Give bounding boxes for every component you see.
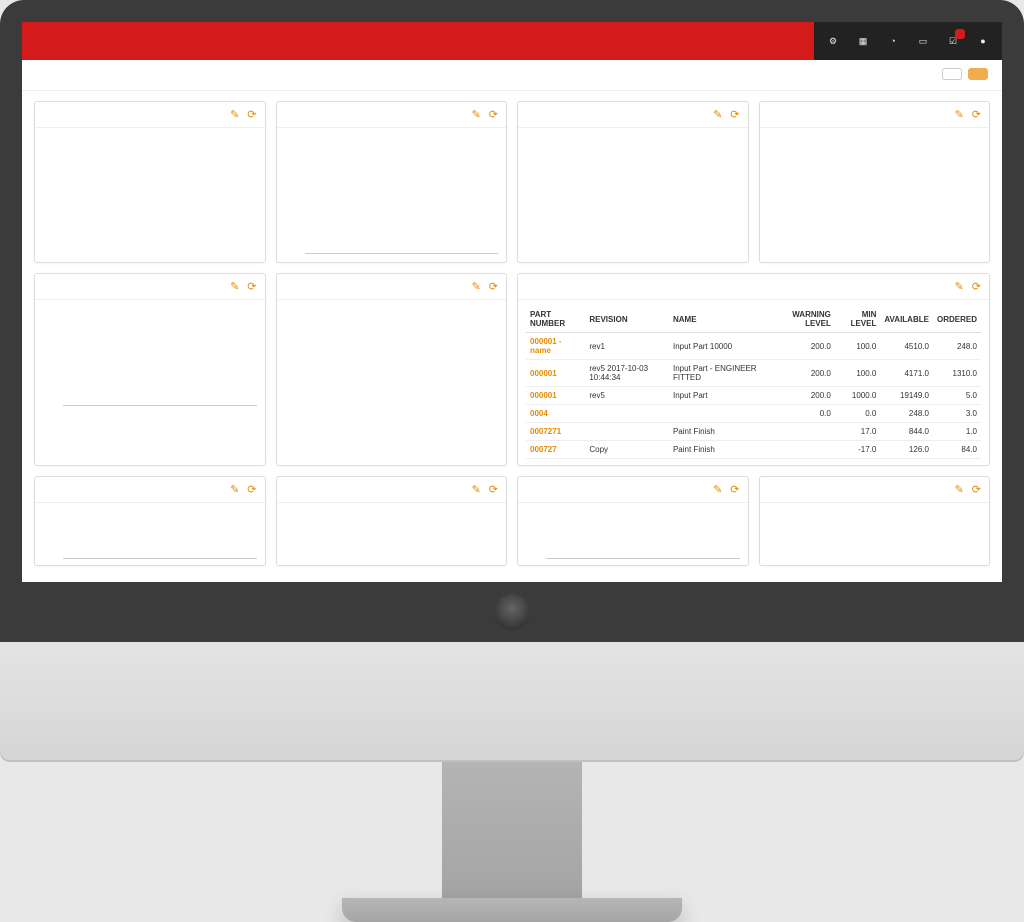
refresh-icon[interactable]: ⟳ — [489, 108, 498, 121]
edit-icon[interactable]: ✎ — [713, 108, 722, 121]
add-widget-button[interactable] — [968, 68, 988, 80]
refresh-icon[interactable]: ⟳ — [972, 108, 981, 121]
widget-purchase-order-values: ✎⟳ — [759, 101, 991, 263]
table-header: WARNING LEVEL — [769, 306, 835, 333]
table-header: PART NUMBER — [526, 306, 585, 333]
edit-icon[interactable]: ✎ — [472, 483, 481, 496]
widget-dmp-quoted: ✎⟳ — [517, 476, 749, 566]
app-screen: ⚙ ▦ ◔ ▭ ☑ ● — [22, 22, 1002, 582]
clock-icon[interactable]: ◔ — [884, 32, 902, 50]
edit-icon[interactable]: ✎ — [955, 280, 964, 293]
part-number: 000001 - name — [526, 333, 585, 360]
help-icon[interactable]: ⚙ — [824, 32, 842, 50]
bar-chart — [43, 306, 257, 406]
widget-so-profitability: ✎⟳ — [759, 476, 991, 566]
refresh-icon[interactable]: ⟳ — [489, 280, 498, 293]
top-nav: ⚙ ▦ ◔ ▭ ☑ ● — [22, 22, 1002, 60]
part-number: 0004 — [526, 405, 585, 423]
calendar-icon[interactable]: ▦ — [854, 32, 872, 50]
edit-icon[interactable]: ✎ — [230, 483, 239, 496]
table-header: AVAILABLE — [880, 306, 933, 333]
widget-orders-dmp: ✎⟳ — [34, 273, 266, 466]
table-row[interactable]: 000001 - name rev1 Input Part 10000 200.… — [526, 333, 981, 360]
user-icon[interactable]: ● — [974, 32, 992, 50]
widget-reps-quote: ✎⟳ — [276, 273, 508, 466]
dashboard-grid: ✎⟳ ✎⟳ — [22, 91, 1002, 582]
nav-utility: ⚙ ▦ ◔ ▭ ☑ ● — [814, 22, 1002, 60]
parts-table: PART NUMBERREVISIONNAMEWARNING LEVELMIN … — [526, 306, 981, 459]
edit-icon[interactable]: ✎ — [230, 280, 239, 293]
table-row[interactable]: 000001 rev5 2017-10-03 10:44:34 Input Pa… — [526, 360, 981, 387]
bar-chart — [43, 509, 257, 559]
refresh-icon[interactable]: ⟳ — [972, 280, 981, 293]
refresh-icon[interactable]: ⟳ — [730, 483, 739, 496]
page-header — [22, 60, 1002, 91]
widget-total-sales-month: ✎⟳ — [276, 101, 508, 263]
edit-icon[interactable]: ✎ — [955, 483, 964, 496]
widget-team-tasks: ✎⟳ — [276, 476, 508, 566]
refresh-icon[interactable]: ⟳ — [247, 280, 256, 293]
reload-all-button[interactable] — [942, 68, 962, 80]
chat-icon[interactable]: ▭ — [914, 32, 932, 50]
table-header: MIN LEVEL — [835, 306, 881, 333]
part-number: 000001 — [526, 387, 585, 405]
bar-chart — [285, 134, 499, 254]
refresh-icon[interactable]: ⟳ — [972, 483, 981, 496]
edit-icon[interactable]: ✎ — [955, 108, 964, 121]
table-row[interactable]: 000727 Copy Paint Finish -17.0 126.0 84.… — [526, 441, 981, 459]
edit-icon[interactable]: ✎ — [472, 280, 481, 293]
part-number: 000727 — [526, 441, 585, 459]
table-header: REVISION — [585, 306, 669, 333]
table-row[interactable]: 000001 rev5 Input Part 200.0 1000.0 1914… — [526, 387, 981, 405]
widget-sales-order-totals: ✎⟳ — [34, 101, 266, 263]
table-header: NAME — [669, 306, 769, 333]
edit-icon[interactable]: ✎ — [713, 483, 722, 496]
widget-below-warning: ✎ ⟳ PART NUMBERREVISIONNAMEWARNING LEVELM… — [517, 273, 990, 466]
refresh-icon[interactable]: ⟳ — [247, 108, 256, 121]
widget-job-card-status: ✎⟳ — [517, 101, 749, 263]
part-number: 0007271 — [526, 423, 585, 441]
monitor-logo — [494, 594, 530, 630]
refresh-icon[interactable]: ⟳ — [247, 483, 256, 496]
widget-acme-12m: ✎⟳ — [34, 476, 266, 566]
edit-icon[interactable]: ✎ — [230, 108, 239, 121]
refresh-icon[interactable]: ⟳ — [730, 108, 739, 121]
tasks-icon[interactable]: ☑ — [944, 32, 962, 50]
table-row[interactable]: 0004 0.0 0.0 248.0 3.0 — [526, 405, 981, 423]
edit-icon[interactable]: ✎ — [472, 108, 481, 121]
refresh-icon[interactable]: ⟳ — [489, 483, 498, 496]
part-number: 000001 — [526, 360, 585, 387]
tasks-badge — [955, 29, 965, 39]
bar-chart — [526, 509, 740, 559]
table-row[interactable]: 0007271 Paint Finish 17.0 844.0 1.0 — [526, 423, 981, 441]
table-header: ORDERED — [933, 306, 981, 333]
